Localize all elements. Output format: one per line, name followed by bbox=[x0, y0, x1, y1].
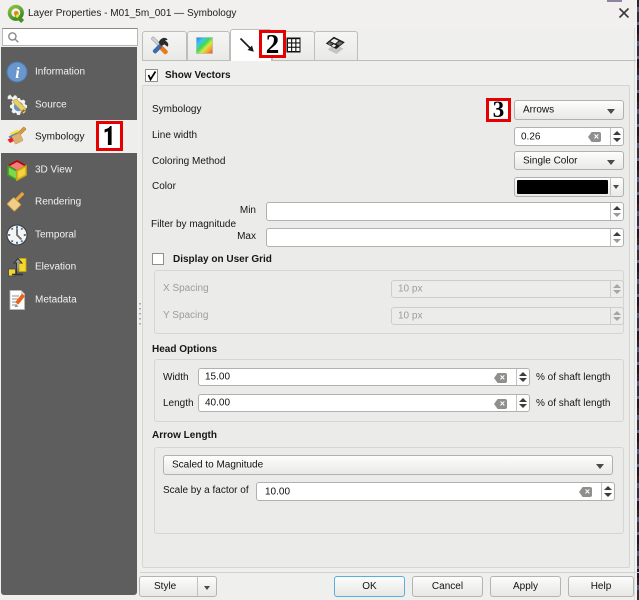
svg-text:i: i bbox=[15, 65, 20, 82]
